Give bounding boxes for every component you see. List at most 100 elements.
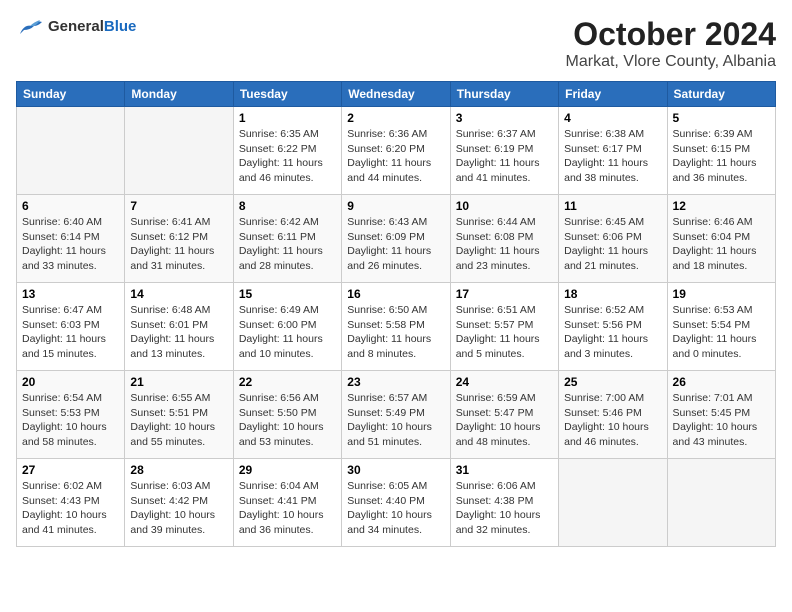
day-info: Sunrise: 6:06 AMSunset: 4:38 PMDaylight:…: [456, 479, 553, 538]
day-info: Sunrise: 6:41 AMSunset: 6:12 PMDaylight:…: [130, 215, 227, 274]
day-info: Sunrise: 6:43 AMSunset: 6:09 PMDaylight:…: [347, 215, 444, 274]
day-number: 11: [564, 199, 661, 213]
day-info: Sunrise: 6:40 AMSunset: 6:14 PMDaylight:…: [22, 215, 119, 274]
weekday-header-monday: Monday: [125, 82, 233, 107]
calendar-week-row: 13 Sunrise: 6:47 AMSunset: 6:03 PMDayligh…: [17, 283, 776, 371]
calendar-cell: 11 Sunrise: 6:45 AMSunset: 6:06 PMDayligh…: [559, 195, 667, 283]
day-info: Sunrise: 6:04 AMSunset: 4:41 PMDaylight:…: [239, 479, 336, 538]
day-number: 3: [456, 111, 553, 125]
logo-text-blue: Blue: [104, 18, 137, 35]
day-number: 24: [456, 375, 553, 389]
day-info: Sunrise: 6:48 AMSunset: 6:01 PMDaylight:…: [130, 303, 227, 362]
header: GeneralBlue October 2024 Markat, Vlore C…: [16, 16, 776, 71]
calendar-cell: 29 Sunrise: 6:04 AMSunset: 4:41 PMDayligh…: [233, 459, 341, 547]
calendar-cell: [125, 107, 233, 195]
day-info: Sunrise: 6:03 AMSunset: 4:42 PMDaylight:…: [130, 479, 227, 538]
day-info: Sunrise: 6:51 AMSunset: 5:57 PMDaylight:…: [456, 303, 553, 362]
day-info: Sunrise: 6:50 AMSunset: 5:58 PMDaylight:…: [347, 303, 444, 362]
day-number: 27: [22, 463, 119, 477]
calendar-cell: 18Sunrise: 6:52 AMSunset: 5:56 PMDayligh…: [559, 283, 667, 371]
day-info: Sunrise: 7:00 AMSunset: 5:46 PMDaylight:…: [564, 391, 661, 450]
calendar-cell: [17, 107, 125, 195]
day-number: 23: [347, 375, 444, 389]
calendar-cell: 1 Sunrise: 6:35 AMSunset: 6:22 PMDaylight…: [233, 107, 341, 195]
calendar-cell: 21 Sunrise: 6:55 AMSunset: 5:51 PMDayligh…: [125, 371, 233, 459]
logo-bird-icon: [16, 16, 44, 38]
calendar-cell: 13 Sunrise: 6:47 AMSunset: 6:03 PMDayligh…: [17, 283, 125, 371]
day-number: 2: [347, 111, 444, 125]
day-number: 12: [673, 199, 770, 213]
day-info: Sunrise: 6:35 AMSunset: 6:22 PMDaylight:…: [239, 127, 336, 186]
weekday-header-tuesday: Tuesday: [233, 82, 341, 107]
calendar-cell: 4 Sunrise: 6:38 AMSunset: 6:17 PMDaylight…: [559, 107, 667, 195]
calendar-cell: 16Sunrise: 6:50 AMSunset: 5:58 PMDayligh…: [342, 283, 450, 371]
calendar-cell: 25Sunrise: 7:00 AMSunset: 5:46 PMDayligh…: [559, 371, 667, 459]
day-info: Sunrise: 6:49 AMSunset: 6:00 PMDaylight:…: [239, 303, 336, 362]
calendar-week-row: 27 Sunrise: 6:02 AMSunset: 4:43 PMDayligh…: [17, 459, 776, 547]
day-number: 14: [130, 287, 227, 301]
weekday-header-saturday: Saturday: [667, 82, 775, 107]
calendar-cell: [667, 459, 775, 547]
calendar-cell: 31 Sunrise: 6:06 AMSunset: 4:38 PMDayligh…: [450, 459, 558, 547]
calendar-cell: [559, 459, 667, 547]
day-info: Sunrise: 6:53 AMSunset: 5:54 PMDaylight:…: [673, 303, 770, 362]
day-number: 18: [564, 287, 661, 301]
weekday-header-row: SundayMondayTuesdayWednesdayThursdayFrid…: [17, 82, 776, 107]
calendar-cell: 28Sunrise: 6:03 AMSunset: 4:42 PMDayligh…: [125, 459, 233, 547]
day-info: Sunrise: 6:45 AMSunset: 6:06 PMDaylight:…: [564, 215, 661, 274]
day-number: 15: [239, 287, 336, 301]
calendar-cell: 7 Sunrise: 6:41 AMSunset: 6:12 PMDaylight…: [125, 195, 233, 283]
calendar-cell: 27 Sunrise: 6:02 AMSunset: 4:43 PMDayligh…: [17, 459, 125, 547]
day-number: 10: [456, 199, 553, 213]
day-info: Sunrise: 6:39 AMSunset: 6:15 PMDaylight:…: [673, 127, 770, 186]
calendar-cell: 10 Sunrise: 6:44 AMSunset: 6:08 PMDayligh…: [450, 195, 558, 283]
day-info: Sunrise: 6:57 AMSunset: 5:49 PMDaylight:…: [347, 391, 444, 450]
calendar-cell: 20Sunrise: 6:54 AMSunset: 5:53 PMDayligh…: [17, 371, 125, 459]
day-number: 26: [673, 375, 770, 389]
calendar-cell: 17Sunrise: 6:51 AMSunset: 5:57 PMDayligh…: [450, 283, 558, 371]
day-number: 31: [456, 463, 553, 477]
weekday-header-thursday: Thursday: [450, 82, 558, 107]
calendar-cell: 2 Sunrise: 6:36 AMSunset: 6:20 PMDaylight…: [342, 107, 450, 195]
calendar-week-row: 6 Sunrise: 6:40 AMSunset: 6:14 PMDaylight…: [17, 195, 776, 283]
day-number: 19: [673, 287, 770, 301]
day-info: Sunrise: 6:02 AMSunset: 4:43 PMDaylight:…: [22, 479, 119, 538]
calendar-cell: 6 Sunrise: 6:40 AMSunset: 6:14 PMDaylight…: [17, 195, 125, 283]
day-info: Sunrise: 7:01 AMSunset: 5:45 PMDaylight:…: [673, 391, 770, 450]
day-number: 22: [239, 375, 336, 389]
day-number: 30: [347, 463, 444, 477]
weekday-header-wednesday: Wednesday: [342, 82, 450, 107]
calendar-cell: 22 Sunrise: 6:56 AMSunset: 5:50 PMDayligh…: [233, 371, 341, 459]
day-info: Sunrise: 6:05 AMSunset: 4:40 PMDaylight:…: [347, 479, 444, 538]
day-number: 7: [130, 199, 227, 213]
day-info: Sunrise: 6:38 AMSunset: 6:17 PMDaylight:…: [564, 127, 661, 186]
calendar-week-row: 1 Sunrise: 6:35 AMSunset: 6:22 PMDaylight…: [17, 107, 776, 195]
day-number: 4: [564, 111, 661, 125]
calendar-cell: 12Sunrise: 6:46 AMSunset: 6:04 PMDayligh…: [667, 195, 775, 283]
day-number: 8: [239, 199, 336, 213]
day-number: 1: [239, 111, 336, 125]
day-number: 13: [22, 287, 119, 301]
day-info: Sunrise: 6:36 AMSunset: 6:20 PMDaylight:…: [347, 127, 444, 186]
calendar-week-row: 20Sunrise: 6:54 AMSunset: 5:53 PMDayligh…: [17, 371, 776, 459]
logo-text-general: General: [48, 18, 104, 35]
calendar-subtitle: Markat, Vlore County, Albania: [566, 53, 776, 71]
day-info: Sunrise: 6:55 AMSunset: 5:51 PMDaylight:…: [130, 391, 227, 450]
day-number: 6: [22, 199, 119, 213]
day-info: Sunrise: 6:42 AMSunset: 6:11 PMDaylight:…: [239, 215, 336, 274]
day-info: Sunrise: 6:47 AMSunset: 6:03 PMDaylight:…: [22, 303, 119, 362]
day-number: 21: [130, 375, 227, 389]
calendar-cell: 9Sunrise: 6:43 AMSunset: 6:09 PMDaylight…: [342, 195, 450, 283]
day-info: Sunrise: 6:59 AMSunset: 5:47 PMDaylight:…: [456, 391, 553, 450]
calendar-title: October 2024: [566, 16, 776, 53]
calendar-table: SundayMondayTuesdayWednesdayThursdayFrid…: [16, 81, 776, 547]
calendar-cell: 24 Sunrise: 6:59 AMSunset: 5:47 PMDayligh…: [450, 371, 558, 459]
title-area: October 2024 Markat, Vlore County, Alban…: [566, 16, 776, 71]
day-number: 20: [22, 375, 119, 389]
day-info: Sunrise: 6:44 AMSunset: 6:08 PMDaylight:…: [456, 215, 553, 274]
day-info: Sunrise: 6:56 AMSunset: 5:50 PMDaylight:…: [239, 391, 336, 450]
day-number: 29: [239, 463, 336, 477]
calendar-cell: 5Sunrise: 6:39 AMSunset: 6:15 PMDaylight…: [667, 107, 775, 195]
weekday-header-sunday: Sunday: [17, 82, 125, 107]
calendar-cell: 15 Sunrise: 6:49 AMSunset: 6:00 PMDayligh…: [233, 283, 341, 371]
